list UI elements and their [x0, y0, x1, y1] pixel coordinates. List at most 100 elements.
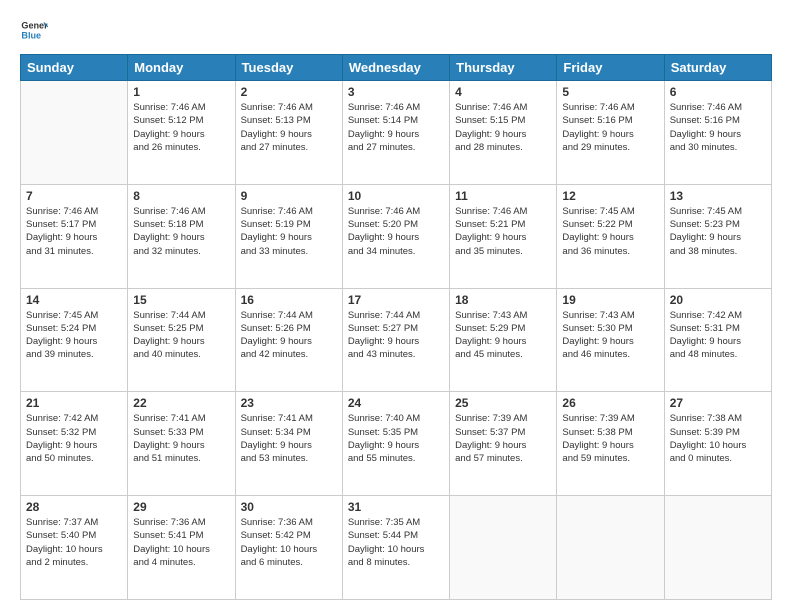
day-info: Sunrise: 7:41 AMSunset: 5:33 PMDaylight:… [133, 412, 229, 465]
page: General Blue SundayMondayTuesdayWednesda… [0, 0, 792, 612]
day-number: 28 [26, 500, 122, 514]
day-info: Sunrise: 7:46 AMSunset: 5:15 PMDaylight:… [455, 101, 551, 154]
calendar-cell: 24Sunrise: 7:40 AMSunset: 5:35 PMDayligh… [342, 392, 449, 496]
calendar-week-row: 7 Sunrise: 7:46 AMSunset: 5:17 PMDaylight… [21, 184, 772, 288]
calendar-cell: 7 Sunrise: 7:46 AMSunset: 5:17 PMDaylight… [21, 184, 128, 288]
day-number: 30 [241, 500, 337, 514]
calendar-cell [664, 496, 771, 600]
day-info: Sunrise: 7:46 AMSunset: 5:19 PMDaylight:… [241, 205, 337, 258]
calendar-cell: 12 Sunrise: 7:45 AMSunset: 5:22 PMDayligh… [557, 184, 664, 288]
day-info: Sunrise: 7:46 AMSunset: 5:18 PMDaylight:… [133, 205, 229, 258]
calendar-cell: 23 Sunrise: 7:41 AMSunset: 5:34 PMDayligh… [235, 392, 342, 496]
weekday-header: Wednesday [342, 55, 449, 81]
day-number: 6 [670, 85, 766, 99]
day-info: Sunrise: 7:42 AMSunset: 5:31 PMDaylight:… [670, 309, 766, 362]
calendar-cell [21, 81, 128, 185]
day-number: 14 [26, 293, 122, 307]
calendar-cell: 30Sunrise: 7:36 AMSunset: 5:42 PMDayligh… [235, 496, 342, 600]
day-number: 29 [133, 500, 229, 514]
day-number: 21 [26, 396, 122, 410]
day-info: Sunrise: 7:43 AMSunset: 5:30 PMDaylight:… [562, 309, 658, 362]
day-number: 16 [241, 293, 337, 307]
calendar-cell: 25 Sunrise: 7:39 AMSunset: 5:37 PMDayligh… [450, 392, 557, 496]
day-number: 13 [670, 189, 766, 203]
calendar-cell: 1Sunrise: 7:46 AMSunset: 5:12 PMDaylight… [128, 81, 235, 185]
calendar-cell: 16 Sunrise: 7:44 AMSunset: 5:26 PMDayligh… [235, 288, 342, 392]
calendar-cell: 9 Sunrise: 7:46 AMSunset: 5:19 PMDaylight… [235, 184, 342, 288]
calendar-cell: 18 Sunrise: 7:43 AMSunset: 5:29 PMDayligh… [450, 288, 557, 392]
day-info: Sunrise: 7:36 AMSunset: 5:41 PMDaylight:… [133, 516, 229, 569]
calendar-cell: 11 Sunrise: 7:46 AMSunset: 5:21 PMDayligh… [450, 184, 557, 288]
day-number: 11 [455, 189, 551, 203]
day-number: 17 [348, 293, 444, 307]
day-info: Sunrise: 7:45 AMSunset: 5:23 PMDaylight:… [670, 205, 766, 258]
day-number: 2 [241, 85, 337, 99]
calendar-cell: 14 Sunrise: 7:45 AMSunset: 5:24 PMDayligh… [21, 288, 128, 392]
calendar-week-row: 1Sunrise: 7:46 AMSunset: 5:12 PMDaylight… [21, 81, 772, 185]
weekday-header: Monday [128, 55, 235, 81]
calendar-cell: 8 Sunrise: 7:46 AMSunset: 5:18 PMDaylight… [128, 184, 235, 288]
day-info: Sunrise: 7:46 AMSunset: 5:16 PMDaylight:… [562, 101, 658, 154]
calendar-cell: 26 Sunrise: 7:39 AMSunset: 5:38 PMDayligh… [557, 392, 664, 496]
logo-icon: General Blue [20, 16, 48, 44]
weekday-header: Sunday [21, 55, 128, 81]
day-info: Sunrise: 7:43 AMSunset: 5:29 PMDaylight:… [455, 309, 551, 362]
day-number: 25 [455, 396, 551, 410]
day-number: 20 [670, 293, 766, 307]
day-number: 12 [562, 189, 658, 203]
calendar-cell: 15Sunrise: 7:44 AMSunset: 5:25 PMDayligh… [128, 288, 235, 392]
day-info: Sunrise: 7:46 AMSunset: 5:20 PMDaylight:… [348, 205, 444, 258]
day-info: Sunrise: 7:44 AMSunset: 5:26 PMDaylight:… [241, 309, 337, 362]
day-number: 23 [241, 396, 337, 410]
day-number: 3 [348, 85, 444, 99]
calendar-cell: 4 Sunrise: 7:46 AMSunset: 5:15 PMDaylight… [450, 81, 557, 185]
calendar-cell: 6 Sunrise: 7:46 AMSunset: 5:16 PMDaylight… [664, 81, 771, 185]
calendar-cell: 19 Sunrise: 7:43 AMSunset: 5:30 PMDayligh… [557, 288, 664, 392]
day-info: Sunrise: 7:46 AMSunset: 5:14 PMDaylight:… [348, 101, 444, 154]
svg-text:Blue: Blue [21, 30, 41, 40]
calendar-cell: 31 Sunrise: 7:35 AMSunset: 5:44 PMDayligh… [342, 496, 449, 600]
weekday-header: Friday [557, 55, 664, 81]
calendar-week-row: 28 Sunrise: 7:37 AMSunset: 5:40 PMDayligh… [21, 496, 772, 600]
calendar-cell: 17Sunrise: 7:44 AMSunset: 5:27 PMDayligh… [342, 288, 449, 392]
calendar-cell [450, 496, 557, 600]
day-info: Sunrise: 7:45 AMSunset: 5:24 PMDaylight:… [26, 309, 122, 362]
day-number: 26 [562, 396, 658, 410]
day-number: 19 [562, 293, 658, 307]
calendar-cell: 2 Sunrise: 7:46 AMSunset: 5:13 PMDaylight… [235, 81, 342, 185]
calendar-cell: 28 Sunrise: 7:37 AMSunset: 5:40 PMDayligh… [21, 496, 128, 600]
day-number: 9 [241, 189, 337, 203]
calendar-cell: 20 Sunrise: 7:42 AMSunset: 5:31 PMDayligh… [664, 288, 771, 392]
day-info: Sunrise: 7:46 AMSunset: 5:16 PMDaylight:… [670, 101, 766, 154]
day-number: 24 [348, 396, 444, 410]
day-number: 15 [133, 293, 229, 307]
day-number: 7 [26, 189, 122, 203]
calendar-week-row: 21 Sunrise: 7:42 AMSunset: 5:32 PMDayligh… [21, 392, 772, 496]
day-number: 10 [348, 189, 444, 203]
day-info: Sunrise: 7:37 AMSunset: 5:40 PMDaylight:… [26, 516, 122, 569]
calendar-cell: 3 Sunrise: 7:46 AMSunset: 5:14 PMDaylight… [342, 81, 449, 185]
day-info: Sunrise: 7:46 AMSunset: 5:13 PMDaylight:… [241, 101, 337, 154]
calendar-cell [557, 496, 664, 600]
day-info: Sunrise: 7:39 AMSunset: 5:37 PMDaylight:… [455, 412, 551, 465]
calendar-cell: 29 Sunrise: 7:36 AMSunset: 5:41 PMDayligh… [128, 496, 235, 600]
day-info: Sunrise: 7:35 AMSunset: 5:44 PMDaylight:… [348, 516, 444, 569]
day-info: Sunrise: 7:46 AMSunset: 5:17 PMDaylight:… [26, 205, 122, 258]
day-info: Sunrise: 7:39 AMSunset: 5:38 PMDaylight:… [562, 412, 658, 465]
day-number: 22 [133, 396, 229, 410]
day-info: Sunrise: 7:45 AMSunset: 5:22 PMDaylight:… [562, 205, 658, 258]
day-info: Sunrise: 7:41 AMSunset: 5:34 PMDaylight:… [241, 412, 337, 465]
weekday-header: Thursday [450, 55, 557, 81]
day-number: 18 [455, 293, 551, 307]
day-number: 1 [133, 85, 229, 99]
day-number: 8 [133, 189, 229, 203]
day-number: 31 [348, 500, 444, 514]
day-number: 4 [455, 85, 551, 99]
calendar-week-row: 14 Sunrise: 7:45 AMSunset: 5:24 PMDayligh… [21, 288, 772, 392]
day-info: Sunrise: 7:46 AMSunset: 5:21 PMDaylight:… [455, 205, 551, 258]
calendar-cell: 13 Sunrise: 7:45 AMSunset: 5:23 PMDayligh… [664, 184, 771, 288]
day-info: Sunrise: 7:42 AMSunset: 5:32 PMDaylight:… [26, 412, 122, 465]
weekday-header: Saturday [664, 55, 771, 81]
calendar-cell: 21 Sunrise: 7:42 AMSunset: 5:32 PMDayligh… [21, 392, 128, 496]
day-number: 5 [562, 85, 658, 99]
